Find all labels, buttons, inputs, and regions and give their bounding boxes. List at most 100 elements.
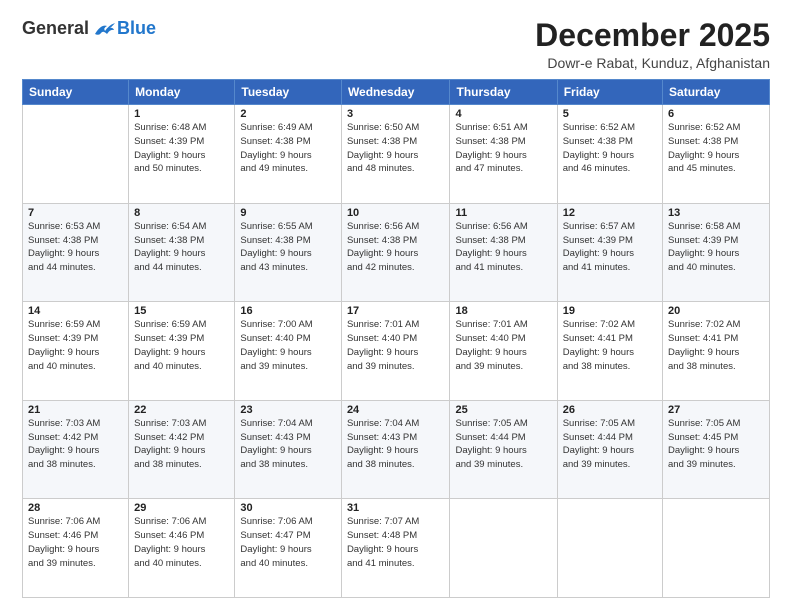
- calendar-day-header: Tuesday: [235, 80, 342, 105]
- day-info: Sunrise: 6:48 AMSunset: 4:39 PMDaylight:…: [134, 121, 229, 176]
- day-number: 17: [347, 305, 445, 317]
- calendar-cell: 23Sunrise: 7:04 AMSunset: 4:43 PMDayligh…: [235, 400, 342, 499]
- day-number: 10: [347, 207, 445, 219]
- day-number: 23: [240, 404, 336, 416]
- calendar-cell: [557, 499, 662, 598]
- calendar-day-header: Wednesday: [341, 80, 450, 105]
- day-number: 21: [28, 404, 123, 416]
- day-number: 22: [134, 404, 229, 416]
- calendar-cell: 3Sunrise: 6:50 AMSunset: 4:38 PMDaylight…: [341, 105, 450, 204]
- day-info: Sunrise: 7:01 AMSunset: 4:40 PMDaylight:…: [347, 318, 445, 373]
- calendar-cell: 10Sunrise: 6:56 AMSunset: 4:38 PMDayligh…: [341, 203, 450, 302]
- calendar-cell: [23, 105, 129, 204]
- day-info: Sunrise: 7:07 AMSunset: 4:48 PMDaylight:…: [347, 515, 445, 570]
- calendar-cell: 9Sunrise: 6:55 AMSunset: 4:38 PMDaylight…: [235, 203, 342, 302]
- logo-general: General: [22, 18, 89, 39]
- day-info: Sunrise: 6:49 AMSunset: 4:38 PMDaylight:…: [240, 121, 336, 176]
- day-number: 11: [455, 207, 551, 219]
- day-info: Sunrise: 6:59 AMSunset: 4:39 PMDaylight:…: [28, 318, 123, 373]
- day-info: Sunrise: 7:03 AMSunset: 4:42 PMDaylight:…: [134, 417, 229, 472]
- calendar-day-header: Friday: [557, 80, 662, 105]
- subtitle: Dowr-e Rabat, Kunduz, Afghanistan: [535, 55, 770, 71]
- day-info: Sunrise: 7:05 AMSunset: 4:45 PMDaylight:…: [668, 417, 764, 472]
- calendar-cell: 13Sunrise: 6:58 AMSunset: 4:39 PMDayligh…: [663, 203, 770, 302]
- day-info: Sunrise: 7:06 AMSunset: 4:46 PMDaylight:…: [28, 515, 123, 570]
- header: General Blue December 2025 Dowr-e Rabat,…: [22, 18, 770, 71]
- day-number: 15: [134, 305, 229, 317]
- calendar-cell: 17Sunrise: 7:01 AMSunset: 4:40 PMDayligh…: [341, 302, 450, 401]
- day-number: 13: [668, 207, 764, 219]
- calendar-cell: 4Sunrise: 6:51 AMSunset: 4:38 PMDaylight…: [450, 105, 557, 204]
- title-area: December 2025 Dowr-e Rabat, Kunduz, Afgh…: [535, 18, 770, 71]
- day-info: Sunrise: 7:00 AMSunset: 4:40 PMDaylight:…: [240, 318, 336, 373]
- calendar-cell: 26Sunrise: 7:05 AMSunset: 4:44 PMDayligh…: [557, 400, 662, 499]
- day-info: Sunrise: 7:05 AMSunset: 4:44 PMDaylight:…: [563, 417, 657, 472]
- calendar-cell: 5Sunrise: 6:52 AMSunset: 4:38 PMDaylight…: [557, 105, 662, 204]
- day-number: 20: [668, 305, 764, 317]
- day-number: 6: [668, 108, 764, 120]
- day-number: 1: [134, 108, 229, 120]
- day-number: 9: [240, 207, 336, 219]
- logo-bird-icon: [93, 20, 115, 38]
- calendar-cell: 30Sunrise: 7:06 AMSunset: 4:47 PMDayligh…: [235, 499, 342, 598]
- calendar-day-header: Sunday: [23, 80, 129, 105]
- calendar-week-row: 21Sunrise: 7:03 AMSunset: 4:42 PMDayligh…: [23, 400, 770, 499]
- logo-text: General Blue: [22, 18, 156, 39]
- day-number: 26: [563, 404, 657, 416]
- day-number: 7: [28, 207, 123, 219]
- calendar-week-row: 28Sunrise: 7:06 AMSunset: 4:46 PMDayligh…: [23, 499, 770, 598]
- calendar-cell: 22Sunrise: 7:03 AMSunset: 4:42 PMDayligh…: [129, 400, 235, 499]
- calendar-cell: 31Sunrise: 7:07 AMSunset: 4:48 PMDayligh…: [341, 499, 450, 598]
- calendar-cell: 12Sunrise: 6:57 AMSunset: 4:39 PMDayligh…: [557, 203, 662, 302]
- day-info: Sunrise: 6:53 AMSunset: 4:38 PMDaylight:…: [28, 220, 123, 275]
- day-info: Sunrise: 6:55 AMSunset: 4:38 PMDaylight:…: [240, 220, 336, 275]
- day-number: 19: [563, 305, 657, 317]
- day-number: 30: [240, 502, 336, 514]
- calendar-cell: 2Sunrise: 6:49 AMSunset: 4:38 PMDaylight…: [235, 105, 342, 204]
- day-info: Sunrise: 6:52 AMSunset: 4:38 PMDaylight:…: [668, 121, 764, 176]
- day-number: 12: [563, 207, 657, 219]
- day-number: 29: [134, 502, 229, 514]
- calendar-week-row: 1Sunrise: 6:48 AMSunset: 4:39 PMDaylight…: [23, 105, 770, 204]
- calendar-cell: 21Sunrise: 7:03 AMSunset: 4:42 PMDayligh…: [23, 400, 129, 499]
- day-number: 14: [28, 305, 123, 317]
- day-info: Sunrise: 6:50 AMSunset: 4:38 PMDaylight:…: [347, 121, 445, 176]
- calendar-cell: 25Sunrise: 7:05 AMSunset: 4:44 PMDayligh…: [450, 400, 557, 499]
- logo-blue: Blue: [117, 18, 156, 39]
- day-number: 31: [347, 502, 445, 514]
- day-number: 28: [28, 502, 123, 514]
- calendar-day-header: Thursday: [450, 80, 557, 105]
- calendar-cell: 19Sunrise: 7:02 AMSunset: 4:41 PMDayligh…: [557, 302, 662, 401]
- day-info: Sunrise: 6:57 AMSunset: 4:39 PMDaylight:…: [563, 220, 657, 275]
- calendar-cell: 14Sunrise: 6:59 AMSunset: 4:39 PMDayligh…: [23, 302, 129, 401]
- page: General Blue December 2025 Dowr-e Rabat,…: [0, 0, 792, 612]
- day-info: Sunrise: 7:02 AMSunset: 4:41 PMDaylight:…: [563, 318, 657, 373]
- day-number: 27: [668, 404, 764, 416]
- calendar-week-row: 14Sunrise: 6:59 AMSunset: 4:39 PMDayligh…: [23, 302, 770, 401]
- day-info: Sunrise: 6:56 AMSunset: 4:38 PMDaylight:…: [347, 220, 445, 275]
- calendar-cell: 15Sunrise: 6:59 AMSunset: 4:39 PMDayligh…: [129, 302, 235, 401]
- day-number: 2: [240, 108, 336, 120]
- month-title: December 2025: [535, 18, 770, 53]
- day-info: Sunrise: 7:06 AMSunset: 4:46 PMDaylight:…: [134, 515, 229, 570]
- day-number: 24: [347, 404, 445, 416]
- day-info: Sunrise: 6:59 AMSunset: 4:39 PMDaylight:…: [134, 318, 229, 373]
- day-number: 25: [455, 404, 551, 416]
- calendar-cell: 18Sunrise: 7:01 AMSunset: 4:40 PMDayligh…: [450, 302, 557, 401]
- day-number: 8: [134, 207, 229, 219]
- calendar-cell: 8Sunrise: 6:54 AMSunset: 4:38 PMDaylight…: [129, 203, 235, 302]
- day-info: Sunrise: 6:51 AMSunset: 4:38 PMDaylight:…: [455, 121, 551, 176]
- logo-area: General Blue: [22, 18, 156, 39]
- day-info: Sunrise: 7:02 AMSunset: 4:41 PMDaylight:…: [668, 318, 764, 373]
- day-number: 3: [347, 108, 445, 120]
- day-info: Sunrise: 6:58 AMSunset: 4:39 PMDaylight:…: [668, 220, 764, 275]
- calendar-header-row: SundayMondayTuesdayWednesdayThursdayFrid…: [23, 80, 770, 105]
- calendar-cell: 20Sunrise: 7:02 AMSunset: 4:41 PMDayligh…: [663, 302, 770, 401]
- calendar-cell: 28Sunrise: 7:06 AMSunset: 4:46 PMDayligh…: [23, 499, 129, 598]
- day-number: 18: [455, 305, 551, 317]
- calendar-cell: 27Sunrise: 7:05 AMSunset: 4:45 PMDayligh…: [663, 400, 770, 499]
- day-number: 16: [240, 305, 336, 317]
- day-info: Sunrise: 7:04 AMSunset: 4:43 PMDaylight:…: [240, 417, 336, 472]
- day-info: Sunrise: 7:03 AMSunset: 4:42 PMDaylight:…: [28, 417, 123, 472]
- calendar-cell: 24Sunrise: 7:04 AMSunset: 4:43 PMDayligh…: [341, 400, 450, 499]
